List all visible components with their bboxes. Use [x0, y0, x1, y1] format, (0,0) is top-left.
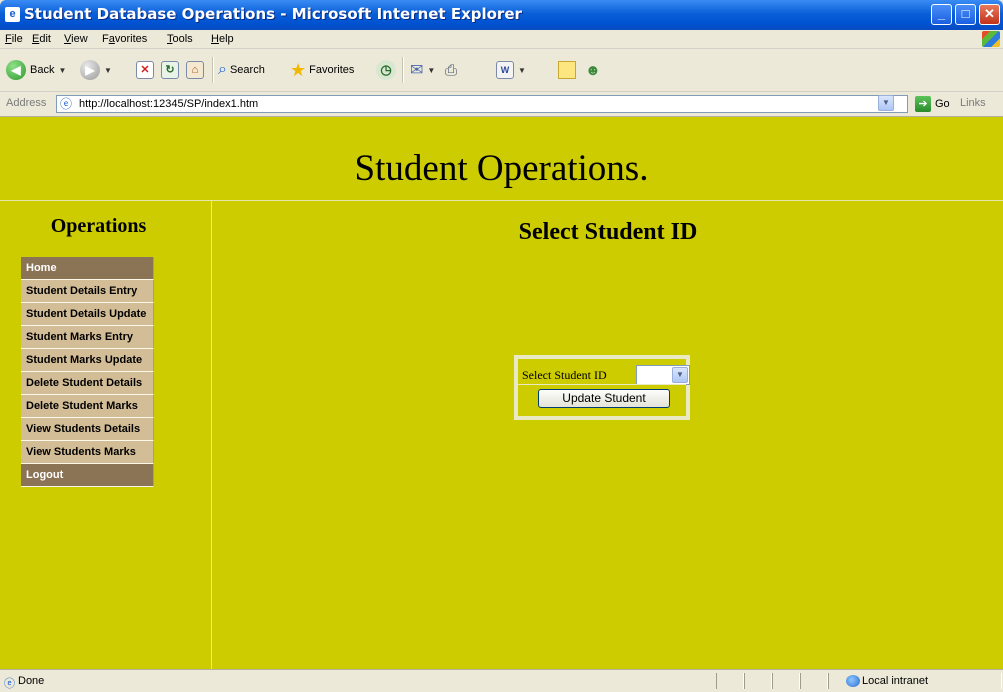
- menu-edit[interactable]: Edit: [32, 33, 51, 45]
- nav-delete-student-details[interactable]: Delete Student Details: [21, 372, 154, 395]
- student-id-select[interactable]: ▼: [636, 365, 690, 385]
- refresh-icon: ↻: [161, 61, 179, 79]
- status-pane: [716, 673, 744, 689]
- history-button[interactable]: ◷: [376, 59, 396, 81]
- edit-dropdown-icon[interactable]: ▼: [518, 66, 526, 75]
- menu-view[interactable]: View: [64, 33, 88, 45]
- home-button[interactable]: ⌂: [186, 59, 204, 81]
- nav-home[interactable]: Home: [21, 257, 154, 280]
- stop-button[interactable]: ✕: [136, 59, 154, 81]
- messenger-button[interactable]: ☻: [585, 59, 601, 81]
- page-icon: ⓔ: [60, 97, 73, 111]
- maximize-button[interactable]: □: [955, 4, 976, 25]
- menu-bar: File Edit View Favorites Tools Help: [0, 30, 1003, 49]
- main-heading: Select Student ID: [518, 219, 698, 245]
- forward-dropdown-icon[interactable]: ▼: [104, 66, 112, 75]
- sidebar-title: Operations: [50, 215, 147, 237]
- nav-view-students-marks[interactable]: View Students Marks: [21, 441, 154, 464]
- menu-file[interactable]: File: [5, 33, 23, 45]
- back-arrow-icon: ◀: [6, 60, 26, 80]
- mail-dropdown-icon[interactable]: ▼: [427, 66, 435, 75]
- form-divider: [518, 384, 686, 385]
- print-icon: ⎙: [445, 61, 458, 79]
- search-button[interactable]: ⌕ Search: [218, 59, 265, 81]
- chevron-down-icon[interactable]: ▼: [672, 367, 688, 383]
- star-icon: ★: [290, 59, 307, 80]
- nav-student-details-update[interactable]: Student Details Update: [21, 303, 154, 326]
- mail-button[interactable]: ✉ ▼: [410, 59, 435, 81]
- print-button[interactable]: ⎙: [445, 59, 457, 81]
- history-icon: ◷: [376, 60, 396, 80]
- menu-tools[interactable]: Tools: [167, 33, 193, 45]
- back-dropdown-icon[interactable]: ▼: [58, 66, 66, 75]
- links-button[interactable]: Links: [960, 97, 986, 109]
- nav-menu: Home Student Details Entry Student Detai…: [21, 257, 154, 487]
- home-icon: ⌂: [186, 61, 204, 79]
- mail-icon: ✉: [410, 62, 424, 79]
- menu-favorites[interactable]: Favorites: [102, 33, 147, 45]
- select-student-id-label: Select Student ID: [522, 368, 607, 382]
- nav-logout[interactable]: Logout: [21, 464, 154, 487]
- intranet-globe-icon: [846, 675, 860, 687]
- edit-word-button[interactable]: W ▼: [496, 59, 526, 81]
- back-button[interactable]: ◀ Back ▼: [6, 59, 66, 81]
- security-zone-text: Local intranet: [862, 675, 929, 687]
- status-text: Done: [18, 675, 45, 687]
- window-title: Student Database Operations - Microsoft …: [24, 5, 522, 23]
- close-button[interactable]: ✕: [979, 4, 1000, 25]
- search-icon: ⌕: [218, 61, 227, 78]
- update-student-button[interactable]: Update Student: [538, 389, 670, 408]
- nav-student-marks-entry[interactable]: Student Marks Entry: [21, 326, 154, 349]
- search-label: Search: [229, 64, 265, 76]
- address-dropdown-icon[interactable]: ▼: [878, 95, 894, 111]
- page-content: Student Operations. Operations Home Stud…: [0, 117, 1003, 669]
- nav-student-marks-update[interactable]: Student Marks Update: [21, 349, 154, 372]
- status-pane: [772, 673, 800, 689]
- page-header: Student Operations.: [0, 117, 1003, 201]
- menu-help[interactable]: Help: [211, 33, 234, 45]
- go-button[interactable]: ➔ Go: [915, 96, 950, 112]
- toolbar: ◀ Back ▼ ▶ ▼ ✕ ↻ ⌂ ⌕ Search ★ Favorites …: [0, 49, 1003, 92]
- ie-app-icon[interactable]: e: [5, 7, 20, 22]
- minimize-button[interactable]: _: [931, 4, 952, 25]
- stop-icon: ✕: [136, 61, 154, 79]
- go-label: Go: [935, 98, 950, 110]
- address-url: http://localhost:12345/SP/index1.htm: [79, 98, 259, 110]
- discuss-button[interactable]: [558, 59, 576, 81]
- ie-page-icon: ⓔ: [4, 678, 15, 690]
- nav-student-details-entry[interactable]: Student Details Entry: [21, 280, 154, 303]
- favorites-label: Favorites: [309, 64, 355, 76]
- nav-view-students-details[interactable]: View Students Details: [21, 418, 154, 441]
- messenger-people-icon: ☻: [585, 61, 601, 79]
- address-input[interactable]: ⓔ http://localhost:12345/SP/index1.htm: [56, 95, 908, 113]
- status-bar: ⓔ Done Local intranet: [0, 669, 1003, 692]
- address-bar: Address ⓔ http://localhost:12345/SP/inde…: [0, 92, 1003, 117]
- address-label: Address: [6, 97, 47, 109]
- forward-arrow-icon: ▶: [80, 60, 100, 80]
- back-label: Back: [30, 64, 55, 76]
- page-title: Student Operations.: [354, 148, 649, 189]
- status-pane: [800, 673, 828, 689]
- word-icon: W: [496, 61, 514, 79]
- note-icon: [558, 61, 576, 79]
- go-arrow-icon: ➔: [915, 96, 931, 112]
- status-pane: [744, 673, 772, 689]
- nav-delete-student-marks[interactable]: Delete Student Marks: [21, 395, 154, 418]
- favorites-button[interactable]: ★ Favorites: [290, 59, 354, 81]
- update-form: Select Student ID ▼ Update Student: [514, 355, 690, 420]
- title-bar[interactable]: e Student Database Operations - Microsof…: [0, 0, 1003, 30]
- forward-button[interactable]: ▶ ▼: [80, 59, 112, 81]
- refresh-button[interactable]: ↻: [161, 59, 179, 81]
- windows-logo-icon: [982, 31, 1000, 47]
